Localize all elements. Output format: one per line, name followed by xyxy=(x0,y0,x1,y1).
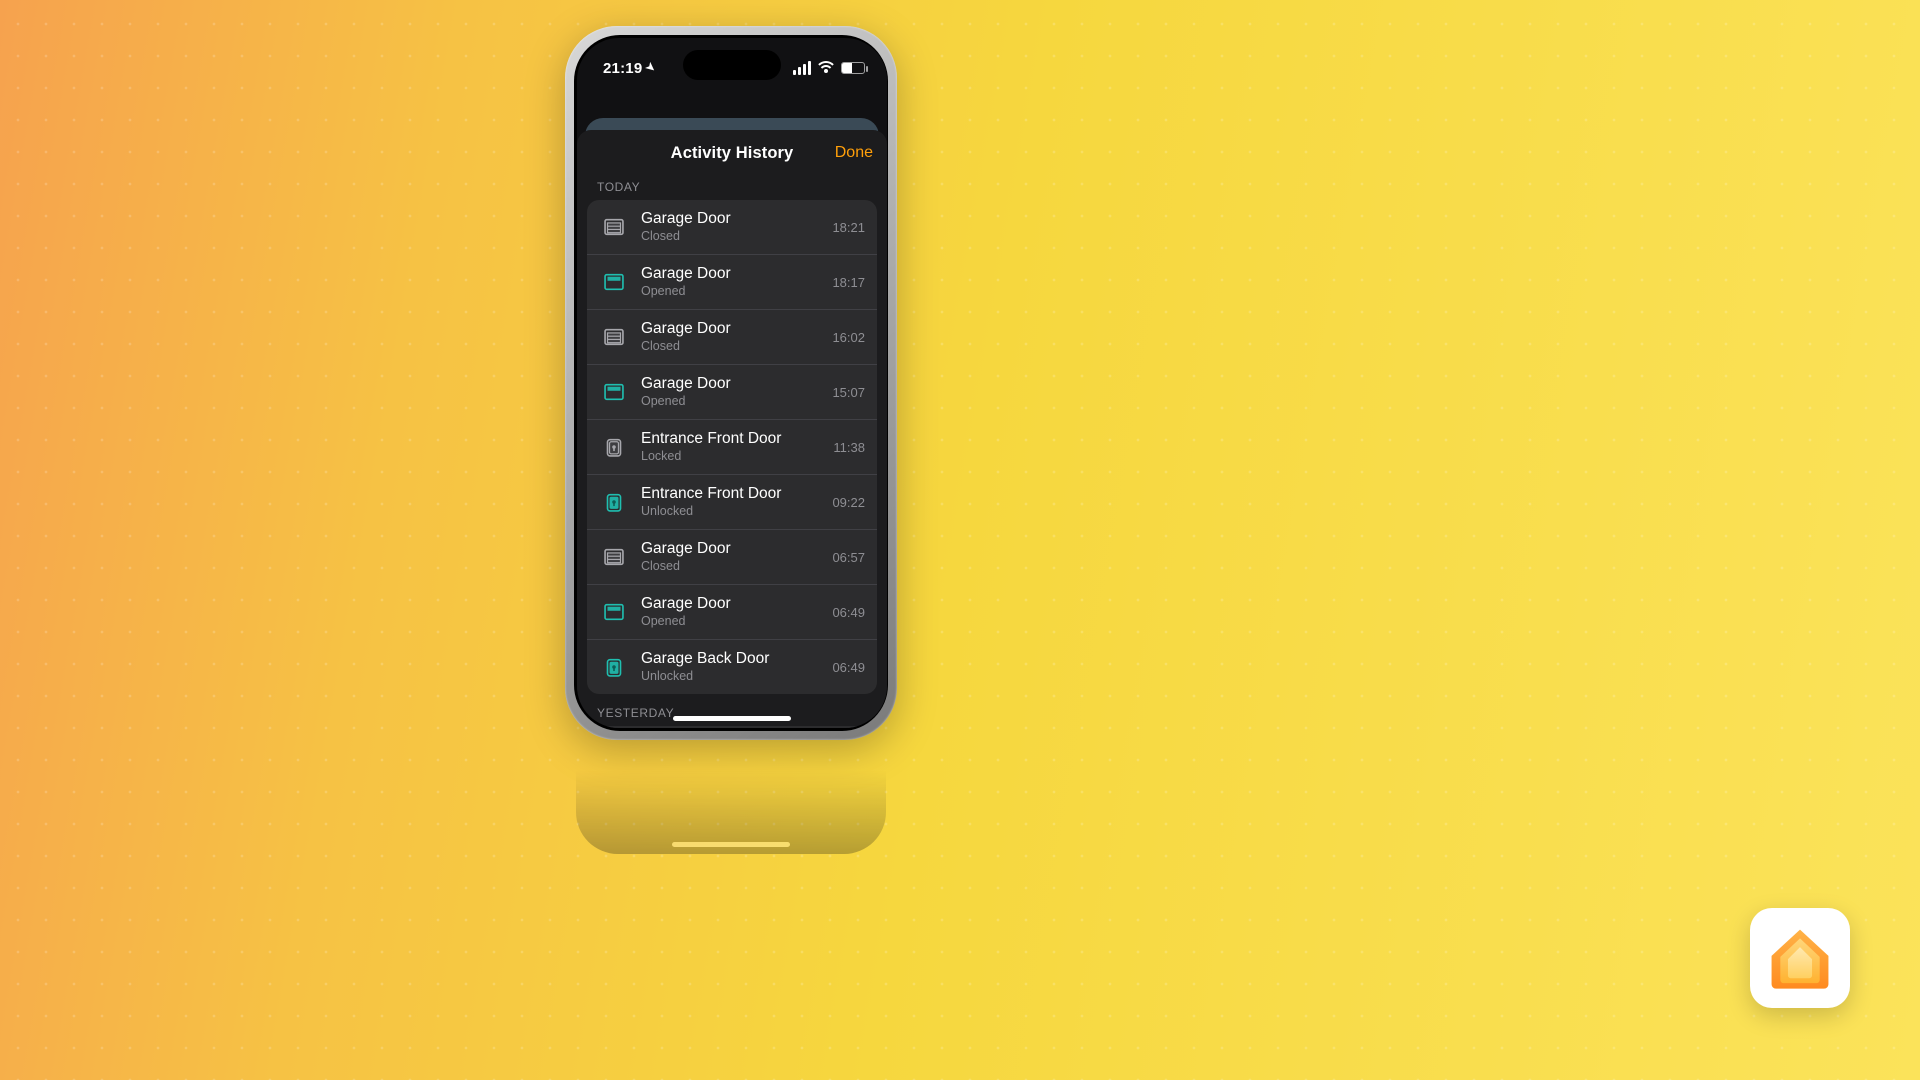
activity-row-text: Garage DoorOpened xyxy=(641,264,814,300)
activity-row-text: Garage DoorOpened xyxy=(641,374,814,410)
activity-state: Locked xyxy=(641,449,815,465)
activity-row[interactable]: Garage DoorClosed 06:57 xyxy=(587,530,877,585)
activity-state: Closed xyxy=(641,559,814,575)
lock-locked-icon xyxy=(599,432,629,462)
activity-row-text: Garage DoorClosed xyxy=(641,209,814,245)
activity-time: 18:17 xyxy=(826,275,865,290)
activity-time: 09:22 xyxy=(826,495,865,510)
battery-icon xyxy=(841,62,865,74)
garage-door-open-icon xyxy=(599,377,629,407)
activity-row-text: Garage DoorClosed xyxy=(641,319,814,355)
activity-device-name: Garage Back Door xyxy=(641,649,814,668)
activity-row-text: Garage DoorClosed xyxy=(641,539,814,575)
activity-group: Garage Back Door22:30 xyxy=(587,726,877,728)
activity-device-name: Garage Door xyxy=(641,539,814,558)
activity-time: 15:07 xyxy=(826,385,865,400)
lock-unlocked-icon xyxy=(599,487,629,517)
activity-device-name: Entrance Front Door xyxy=(641,484,814,503)
activity-state: Unlocked xyxy=(641,504,814,520)
section-header: TODAY xyxy=(577,176,887,200)
activity-time: 18:21 xyxy=(826,220,865,235)
activity-state: Unlocked xyxy=(641,669,814,685)
status-time: 21:19 xyxy=(603,60,642,77)
home-app-icon xyxy=(1750,908,1850,1008)
activity-device-name: Garage Door xyxy=(641,374,814,393)
garage-door-closed-icon xyxy=(599,212,629,242)
garage-door-closed-icon xyxy=(599,322,629,352)
activity-state: Opened xyxy=(641,394,814,410)
activity-history-sheet: Activity History Done TODAYGarage DoorCl… xyxy=(577,130,887,728)
location-services-icon: ➤ xyxy=(643,59,659,75)
activity-section: TODAYGarage DoorClosed18:21Garage DoorOp… xyxy=(577,176,887,694)
activity-row[interactable]: Garage Back Door22:30 xyxy=(587,726,877,728)
activity-time: 06:49 xyxy=(826,660,865,675)
activity-row[interactable]: Garage DoorOpened 06:49 xyxy=(587,585,877,640)
activity-device-name: Garage Door xyxy=(641,264,814,283)
activity-time: 06:57 xyxy=(826,550,865,565)
wifi-icon xyxy=(817,61,835,75)
activity-time: 06:49 xyxy=(826,605,865,620)
activity-device-name: Garage Door xyxy=(641,594,814,613)
activity-row-text: Entrance Front DoorLocked xyxy=(641,429,815,465)
lock-unlocked-icon xyxy=(599,652,629,682)
sheet-title: Activity History xyxy=(671,144,794,163)
activity-state: Opened xyxy=(641,284,814,300)
activity-row[interactable]: Entrance Front DoorUnlocked 09:22 xyxy=(587,475,877,530)
garage-door-open-icon xyxy=(599,597,629,627)
activity-row[interactable]: Garage Back DoorUnlocked 06:49 xyxy=(587,640,877,694)
home-indicator[interactable] xyxy=(673,716,791,721)
activity-time: 16:02 xyxy=(826,330,865,345)
done-button[interactable]: Done xyxy=(835,130,873,176)
activity-row-text: Garage DoorOpened xyxy=(641,594,814,630)
activity-section: YESTERDAYGarage Back Door22:30 xyxy=(577,694,887,728)
activity-row[interactable]: Garage DoorClosed 16:02 xyxy=(587,310,877,365)
sheet-navigation-bar: Activity History Done xyxy=(577,130,887,176)
cellular-signal-icon xyxy=(793,61,811,75)
garage-door-open-icon xyxy=(599,267,629,297)
activity-row[interactable]: Garage DoorOpened 18:17 xyxy=(587,255,877,310)
activity-list-scroll[interactable]: TODAYGarage DoorClosed18:21Garage DoorOp… xyxy=(577,176,887,728)
garage-door-closed-icon xyxy=(599,542,629,572)
activity-state: Closed xyxy=(641,339,814,355)
activity-state: Closed xyxy=(641,229,814,245)
activity-time: 11:38 xyxy=(827,440,865,455)
activity-row-text: Entrance Front DoorUnlocked xyxy=(641,484,814,520)
activity-row[interactable]: Garage DoorClosed 18:21 xyxy=(587,200,877,255)
activity-device-name: Entrance Front Door xyxy=(641,429,815,448)
activity-group: Garage DoorClosed18:21Garage DoorOpened1… xyxy=(587,200,877,694)
activity-device-name: Garage Door xyxy=(641,319,814,338)
activity-row[interactable]: Garage DoorOpened 15:07 xyxy=(587,365,877,420)
section-header: YESTERDAY xyxy=(577,694,887,726)
activity-device-name: Garage Door xyxy=(641,209,814,228)
activity-row[interactable]: Entrance Front DoorLocked 11:38 xyxy=(587,420,877,475)
activity-state: Opened xyxy=(641,614,814,630)
dynamic-island xyxy=(683,50,781,80)
phone-mockup: 21:19 ➤ Activity History Done TODAYGarag xyxy=(565,26,897,740)
activity-row-text: Garage Back DoorUnlocked xyxy=(641,649,814,685)
